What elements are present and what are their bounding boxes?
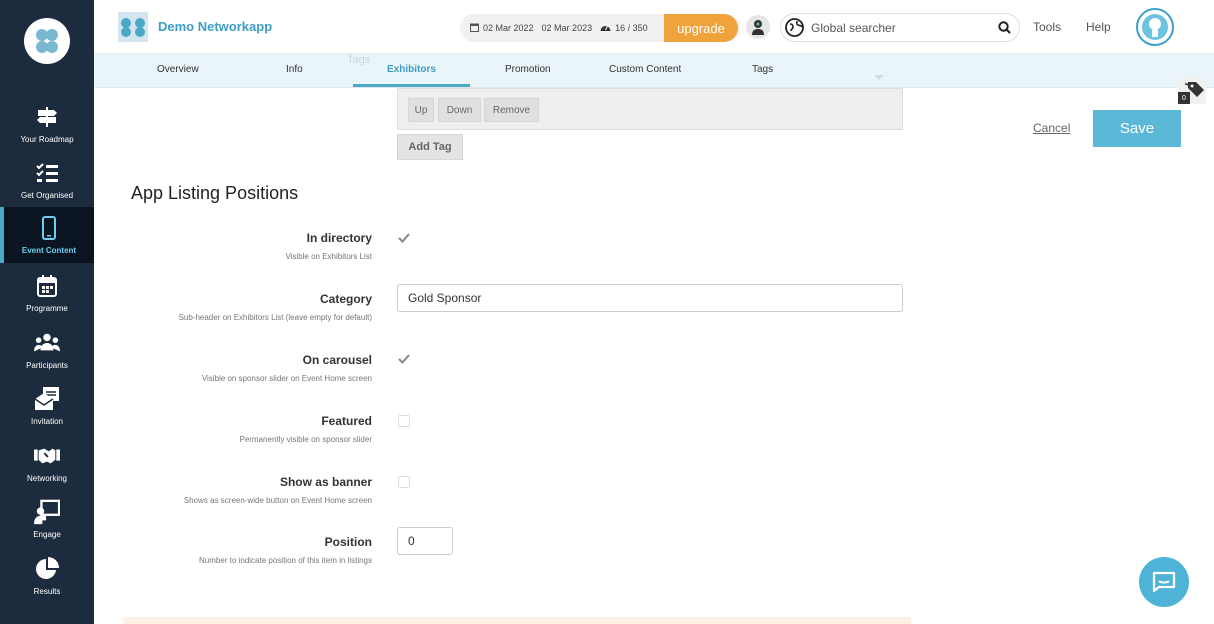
position-input[interactable]: 0 [397,527,453,555]
sidebar-item-label: Your Roadmap [20,135,74,144]
featured-checkbox[interactable] [398,415,410,427]
sidebar-item-participants[interactable]: Participants [0,322,94,378]
usage-count: 16 / 350 [615,23,648,33]
organizer-icon[interactable] [746,15,770,39]
featured-help: Permanently visible on sponsor slider [239,435,372,444]
signpost-icon [34,104,60,130]
globe-icon [785,18,804,37]
sidebar-item-label: Networking [26,474,67,483]
chat-icon [1152,571,1176,593]
app-name[interactable]: Demo Networkapp [158,19,272,34]
show-as-banner-help: Shows as screen-wide button on Event Hom… [183,496,372,505]
invitation-icon [34,386,60,412]
sidebar-item-label: Programme [26,304,68,313]
category-input[interactable]: Gold Sponsor [397,284,903,312]
mobile-icon [36,215,62,241]
search-icon[interactable] [998,21,1011,37]
checklist-icon [34,160,60,186]
logo-icon [36,29,58,53]
remove-tag-button[interactable]: Remove [484,98,539,122]
pie-chart-icon [34,556,60,582]
gauge-icon [600,23,611,34]
position-help: Number to indicate position of this item… [199,556,372,565]
event-logo-icon [121,18,145,37]
calendar-icon [34,273,60,299]
on-carousel-checkbox[interactable] [398,353,410,365]
section-title: App Listing Positions [131,183,299,203]
sidebar-item-get-organised[interactable]: Get Organised [0,152,94,208]
tools-menu[interactable]: Tools [1033,20,1061,34]
global-search[interactable]: Global searcher [780,13,1020,42]
featured-label: Featured [321,414,372,428]
sidebar-item-networking[interactable]: Networking [0,435,94,491]
chevron-down-icon [874,68,884,86]
sidebar-item-label: Invitation [30,417,64,426]
tab-custom-content[interactable]: Custom Content [609,64,681,75]
show-as-banner-checkbox[interactable] [398,476,410,488]
chat-launcher[interactable] [1139,557,1189,607]
cancel-link[interactable]: Cancel [1033,121,1070,135]
date-start: 02 Mar 2022 [483,23,534,33]
sidebar-item-label: Engage [33,530,61,539]
user-avatar[interactable] [1136,8,1174,46]
sidebar-item-label: Event Content [21,246,77,255]
sidebar-item-label: Get Organised [20,191,74,200]
tags-count-badge: 0 [1178,92,1190,104]
tab-promotion[interactable]: Promotion [505,64,551,75]
avatar-icon [1142,14,1168,40]
upgrade-button[interactable]: upgrade [664,14,738,42]
sidebar-item-label: Participants [26,361,68,370]
ghost-tags-heading: Tags [347,54,371,66]
sidebar-item-event-content[interactable]: Event Content [0,207,94,263]
app-logo[interactable] [24,18,70,64]
active-tab-indicator [353,84,470,87]
sidebar-item-engage[interactable]: Engage [0,491,94,547]
sidebar-item-your-roadmap[interactable]: Your Roadmap [0,96,94,152]
handshake-icon [34,443,60,469]
search-input[interactable]: Global searcher [811,21,896,35]
move-up-button[interactable]: Up [408,98,434,122]
sidebar-item-results[interactable]: Results [0,548,94,604]
top-bar: Demo Networkapp 02 Mar 2022 02 Mar 2023 … [94,0,1214,54]
in-directory-help: Visible on Exhibitors List [285,252,372,261]
move-down-button[interactable]: Down [438,98,481,122]
sidebar-item-invitation[interactable]: Invitation [0,378,94,434]
add-tag-button[interactable]: Add Tag [397,134,463,160]
position-label: Position [324,535,372,549]
tab-info[interactable]: Info [286,64,303,75]
tab-overview[interactable]: Overview [157,64,199,75]
tab-exhibitors[interactable]: Exhibitors [387,64,436,75]
sidebar: Your Roadmap Get Organised Event Content… [0,0,94,624]
sidebar-item-label: Results [33,587,61,596]
category-help: Sub-header on Exhibitors List (leave emp… [178,313,372,322]
calendar-icon [470,23,479,34]
checkmark-icon [398,354,410,364]
on-carousel-help: Visible on sponsor slider on Event Home … [201,374,372,383]
in-directory-checkbox[interactable] [398,232,410,244]
save-button[interactable]: Save [1093,110,1181,147]
sidebar-item-programme[interactable]: Programme [0,265,94,321]
section-tabs: Tags Overview Info Exhibitors Promotion … [94,54,1214,88]
notice-strip [123,617,911,624]
show-as-banner-label: Show as banner [279,475,372,489]
help-menu[interactable]: Help [1086,20,1111,34]
date-end: 02 Mar 2023 [541,23,593,33]
event-logo[interactable] [118,12,148,42]
category-label: Category [319,292,372,306]
tab-tags[interactable]: Tags [752,64,773,75]
in-directory-label: In directory [306,231,372,245]
presentation-icon [34,499,60,525]
on-carousel-label: On carousel [302,353,372,367]
checkmark-icon [398,233,410,243]
users-icon [34,330,60,356]
